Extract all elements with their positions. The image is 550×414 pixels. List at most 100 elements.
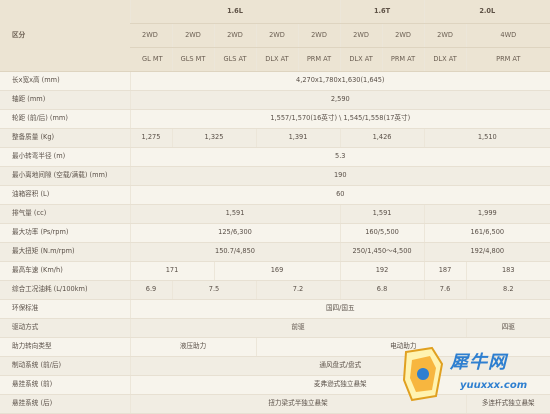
drive-type-header: 2WD <box>171 23 214 49</box>
section-label: 区分 <box>0 0 130 73</box>
spec-label: 悬挂系统 (前) <box>0 375 130 395</box>
spec-value: 1,510 <box>423 128 550 149</box>
spec-value: 1,275 <box>129 128 172 149</box>
drive-type-header: 2WD <box>130 23 172 49</box>
spec-value: 161/6,500 <box>423 223 550 243</box>
spec-value: 125/6,300 <box>129 223 341 243</box>
spec-row: 最大功率 (Ps/rpm) 125/6,300 160/5,500 161/6,500 <box>0 223 550 243</box>
header-row-engine: 区分 1.6L 1.6T 2.0L <box>0 0 550 73</box>
trim-header: DLX AT <box>423 47 467 73</box>
spec-label: 整备质量 (Kg) <box>0 128 130 149</box>
trim-header: PRM AT <box>465 47 550 73</box>
spec-value: 1,591 <box>129 204 341 224</box>
spec-value: 1,591 <box>339 204 425 224</box>
spec-value: 6.8 <box>339 280 425 300</box>
spec-value: 250/1,450～4,500 <box>339 242 425 262</box>
drive-type-header: 2WD <box>381 23 425 49</box>
spec-label: 驱动方式 <box>0 318 130 338</box>
spec-value: 6.9 <box>129 280 172 300</box>
spec-row: 助力转向类型 液压助力 电动助力 <box>0 337 550 357</box>
spec-row: 排气量 (cc) 1,591 1,591 1,999 <box>0 204 550 224</box>
spec-value: 190 <box>129 166 550 187</box>
trim-header: DLX AT <box>255 47 298 73</box>
spec-value: 5.3 <box>129 147 550 168</box>
spec-value: 8.2 <box>465 280 550 300</box>
engine-group-header: 1.6L <box>129 0 341 25</box>
spec-row: 轮距 (前/后) (mm) 1,557/1,570(16英寸) \ 1,545/1… <box>0 109 550 130</box>
spec-label: 排气量 (cc) <box>0 204 130 224</box>
spec-value: 多连杆式独立悬架 <box>465 394 550 414</box>
drive-type-header: 2WD <box>297 23 341 49</box>
spec-label: 最小离地间隙 (空载/满载) (mm) <box>0 166 130 187</box>
spec-label: 综合工况油耗 (L/100km) <box>0 280 130 300</box>
spec-value: 4,270x1,780x1,630(1,645) <box>129 71 550 92</box>
spec-label: 最高车速 (Km/h) <box>0 261 130 281</box>
spec-value: 1,426 <box>339 128 425 149</box>
spec-row: 驱动方式 前驱 四驱 <box>0 318 550 338</box>
spec-value: 192 <box>339 261 425 281</box>
spec-value: 169 <box>213 261 341 281</box>
spec-value: 四驱 <box>465 318 550 338</box>
spec-value: 1,325 <box>171 128 256 149</box>
spec-label: 轴距 (mm) <box>0 90 130 111</box>
spec-value: 7.5 <box>171 280 256 300</box>
spec-value: 60 <box>129 185 550 206</box>
trim-header: DLX AT <box>339 47 383 73</box>
spec-label: 制动系统 (前/后) <box>0 356 130 376</box>
spec-value: 160/5,500 <box>339 223 425 243</box>
spec-label: 最大功率 (Ps/rpm) <box>0 223 130 243</box>
spec-value: 前驱 <box>129 318 467 338</box>
spec-label: 最大扭矩 (N.m/rpm) <box>0 242 130 262</box>
spec-value: 1,391 <box>255 128 341 149</box>
spec-label: 悬挂系统 (后) <box>0 394 130 414</box>
trim-header: GLS MT <box>171 47 214 73</box>
spec-value: 国四/国五 <box>129 299 550 319</box>
spec-value: 1,999 <box>423 204 550 224</box>
spec-value: 麦弗逊式独立悬架 <box>129 375 550 395</box>
spec-row: 悬挂系统 (前) 麦弗逊式独立悬架 <box>0 375 550 395</box>
engine-group-header: 2.0L <box>423 0 550 25</box>
spec-value: 7.6 <box>423 280 467 300</box>
spec-label: 最小转弯半径 (m) <box>0 147 130 168</box>
spec-value: 通风盘式/盘式 <box>129 356 550 376</box>
spec-row: 最小离地间隙 (空载/满载) (mm) 190 <box>0 166 550 187</box>
spec-table: 区分 1.6L 1.6T 2.0L 2WD 2WD 2WD 2WD 2WD 2WD 2WD 2WD 4W… <box>0 0 550 414</box>
trim-header: PRM AT <box>297 47 341 73</box>
spec-value: 扭力梁式半独立悬架 <box>129 394 467 414</box>
spec-row: 最大扭矩 (N.m/rpm) 150.7/4,850 250/1,450～4,500… <box>0 242 550 262</box>
drive-type-header: 2WD <box>213 23 256 49</box>
spec-row: 环保标准 国四/国五 <box>0 299 550 319</box>
spec-label: 环保标准 <box>0 299 130 319</box>
spec-value: 150.7/4,850 <box>129 242 341 262</box>
spec-row: 整备质量 (Kg) 1,275 1,325 1,391 1,426 1,510 <box>0 128 550 149</box>
trim-header: GLS AT <box>213 47 256 73</box>
spec-label: 油箱容积 (L) <box>0 185 130 206</box>
spec-value: 2,590 <box>129 90 550 111</box>
spec-value: 1,557/1,570(16英寸) \ 1,545/1,558(17英寸) <box>129 109 550 130</box>
spec-value: 液压助力 <box>129 337 256 357</box>
spec-value: 192/4,800 <box>423 242 550 262</box>
spec-row: 长x宽x高 (mm) 4,270x1,780x1,630(1,645) <box>0 71 550 92</box>
spec-row: 油箱容积 (L) 60 <box>0 185 550 206</box>
spec-label: 轮距 (前/后) (mm) <box>0 109 130 130</box>
spec-label: 助力转向类型 <box>0 337 130 357</box>
spec-label: 长x宽x高 (mm) <box>0 71 130 92</box>
spec-value: 171 <box>129 261 214 281</box>
drive-type-header: 2WD <box>255 23 298 49</box>
drive-type-header: 2WD <box>423 23 467 49</box>
spec-row: 悬挂系统 (后) 扭力梁式半独立悬架 多连杆式独立悬架 <box>0 394 550 414</box>
spec-row: 最高车速 (Km/h) 171 169 192 187 183 <box>0 261 550 281</box>
spec-row: 轴距 (mm) 2,590 <box>0 90 550 111</box>
spec-row: 综合工况油耗 (L/100km) 6.9 7.5 7.2 6.8 7.6 8.2 <box>0 280 550 300</box>
trim-header: GL MT <box>130 47 172 73</box>
trim-header: PRM AT <box>381 47 425 73</box>
spec-value: 7.2 <box>255 280 341 300</box>
spec-row: 制动系统 (前/后) 通风盘式/盘式 <box>0 356 550 376</box>
engine-group-header: 1.6T <box>339 0 425 25</box>
spec-value: 183 <box>465 261 550 281</box>
drive-type-header: 4WD <box>465 23 550 49</box>
spec-row: 最小转弯半径 (m) 5.3 <box>0 147 550 168</box>
drive-type-header: 2WD <box>339 23 383 49</box>
spec-value: 电动助力 <box>255 337 550 357</box>
spec-value: 187 <box>423 261 467 281</box>
